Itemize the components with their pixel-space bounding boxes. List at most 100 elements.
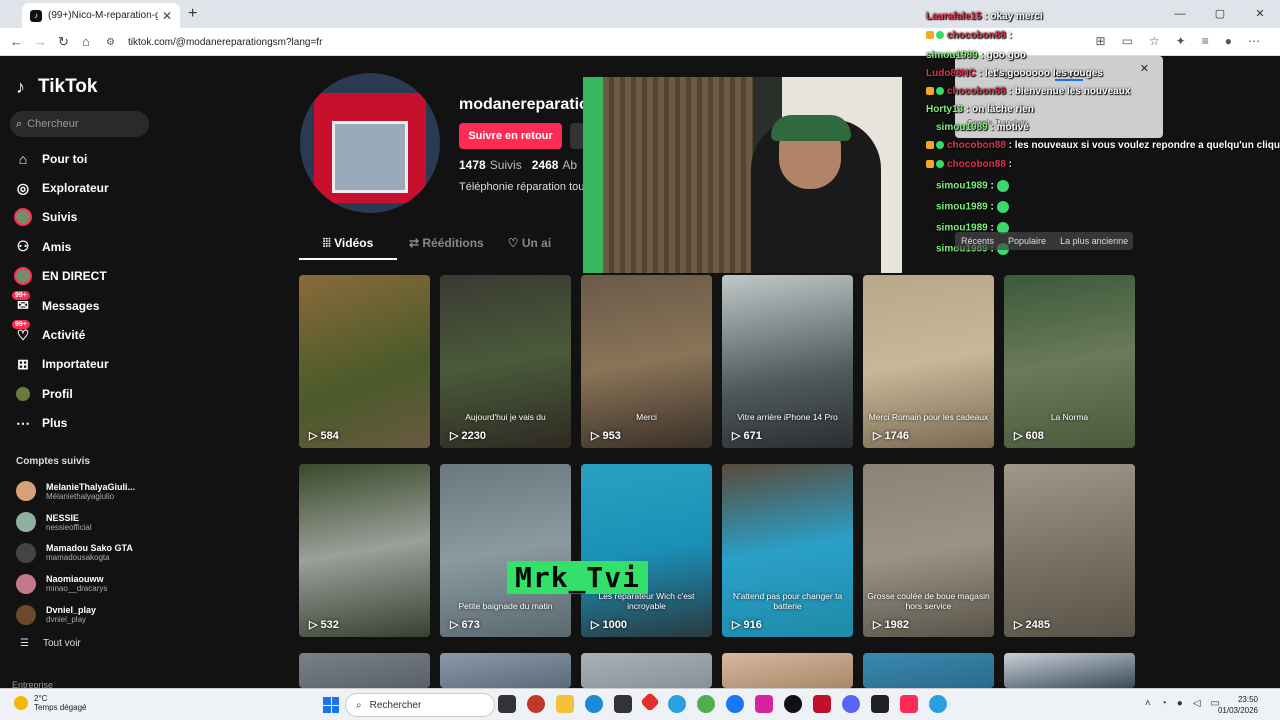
terminal-icon[interactable] [871, 695, 889, 713]
discord-icon[interactable] [842, 695, 860, 713]
app-icon[interactable] [527, 695, 545, 713]
sort-oldest[interactable]: La plus ancienne [1060, 236, 1128, 246]
followed-account[interactable]: Mamadou Sako GTA mamadousakogta [16, 538, 161, 569]
close-tab-icon[interactable]: ✕ [162, 9, 172, 23]
video-card[interactable]: Vitre arrière iPhone 14 Pro ▷ 671 [722, 275, 853, 448]
chat-text: bienvenue les nouveaux [1014, 86, 1131, 97]
sidebar-item-8[interactable]: Profil [14, 379, 164, 408]
chat-text: okay merci [990, 11, 1043, 22]
sidebar-item-7[interactable]: ⊞ Importateur [14, 350, 164, 379]
tiktok-favicon-icon: ♪ [30, 9, 42, 22]
video-card[interactable]: Petite baignade du matin ▷ 673 [440, 464, 571, 637]
badge-icon [936, 87, 944, 96]
video-card[interactable]: N'attend pas pour changer ta batterie ▷ 9… [722, 464, 853, 637]
badge-icon [926, 160, 934, 169]
edge-icon[interactable] [585, 695, 603, 713]
chat-message: simou1989 : [936, 201, 1009, 213]
following-stat[interactable]: 1478 Suivis [459, 158, 522, 172]
chat-message: Ludo88NC : let's goooooo les rouges [926, 68, 1103, 79]
video-card[interactable]: ▷ 584 [299, 275, 430, 448]
shop-window-image [332, 121, 408, 193]
video-card[interactable] [299, 653, 430, 688]
tiktok-logo[interactable]: ♪ TikTok [16, 76, 97, 98]
app-icon[interactable] [668, 695, 686, 713]
followed-account[interactable]: MelanieThalyaGiuli... Mélaniethalyagiulio [16, 476, 161, 507]
sort-recent[interactable]: Récents [961, 236, 994, 246]
tab-videos[interactable]: ⦙⦙⦙ Vidéos [299, 226, 397, 260]
network-icon[interactable]: ◔ [1161, 698, 1167, 709]
video-card[interactable]: Merci ▷ 953 [581, 275, 712, 448]
sidebar-item-2[interactable]: Suivis [14, 203, 164, 232]
sidebar-item-5[interactable]: ✉ 99+ Messages [12, 290, 164, 320]
followed-account[interactable]: NESSIE nessieofficial [16, 507, 161, 538]
sidebar-item-0[interactable]: ⌂ Pour toi [14, 144, 164, 173]
tiktok-icon[interactable] [784, 695, 802, 713]
followed-account[interactable]: Dvniel_play dvniel_play [16, 599, 161, 630]
video-card[interactable] [581, 653, 712, 688]
followers-stat[interactable]: 2468 Ab [532, 158, 577, 172]
tiktok-live-icon[interactable] [900, 695, 918, 713]
play-icon: ▷ [1014, 619, 1026, 631]
chrome-icon[interactable] [697, 695, 715, 713]
store-icon[interactable] [614, 695, 632, 713]
tab-liked[interactable]: ♡ Un ai [496, 226, 563, 260]
chevron-up-icon[interactable]: ˄ [1145, 698, 1151, 709]
message-button[interactable] [570, 123, 584, 149]
account-name: Naomiaouww [46, 574, 104, 585]
video-card[interactable] [440, 653, 571, 688]
view-count: ▷ 916 [732, 619, 762, 631]
sort-popular[interactable]: Populaire [1008, 236, 1046, 246]
file-explorer-icon[interactable] [556, 695, 574, 713]
sidebar-item-6[interactable]: ♡ 99+ Activité [12, 320, 164, 349]
home-button-icon[interactable]: ⌂ [82, 34, 90, 49]
view-count: ▷ 532 [309, 619, 339, 631]
url-field[interactable]: ⚙ tiktok.com/@modanereparationgsm?lang=f… [106, 32, 966, 52]
new-tab-icon[interactable]: + [188, 5, 197, 23]
task-view-icon[interactable] [498, 695, 516, 713]
avatar [16, 512, 36, 533]
avatar [16, 481, 36, 502]
forward-icon[interactable]: → [34, 34, 47, 49]
video-card[interactable] [1004, 653, 1135, 688]
site-info-icon[interactable]: ⚙ [106, 37, 120, 48]
sidebar-item-9[interactable]: ⋯ Plus [14, 409, 164, 438]
microphone-icon[interactable]: ● [1177, 698, 1183, 709]
video-caption: Petite baignade du matin [458, 601, 553, 611]
taskbar-search[interactable]: ⌕ Rechercher [345, 693, 495, 717]
video-card[interactable]: Aujourd'hui je vais du ▷ 2230 [440, 275, 571, 448]
instagram-icon[interactable] [755, 695, 773, 713]
app-icon[interactable] [640, 692, 660, 712]
follow-back-button[interactable]: Suivre en retour [459, 123, 562, 149]
sidebar-item-1[interactable]: ◎ Explorateur [14, 173, 164, 202]
browser-tab[interactable]: ♪ (99+)Nico-M-reparation-gsm ✕ [22, 3, 180, 28]
see-all-link[interactable]: ☰ Tout voir [20, 638, 81, 649]
start-button-icon[interactable] [323, 697, 339, 713]
home-icon: ⌂ [18, 150, 28, 167]
back-icon[interactable]: ← [10, 34, 23, 49]
video-card[interactable]: ▷ 2485 [1004, 464, 1135, 637]
chat-username: simou1989 [936, 180, 988, 192]
clock[interactable]: 23:50 01/03/2026 [1218, 694, 1258, 716]
followed-account[interactable]: Naomiaouww minao__dracarys [16, 568, 161, 599]
video-card[interactable]: La Norma ▷ 608 [1004, 275, 1135, 448]
play-icon: ▷ [450, 619, 462, 631]
mcafee-icon[interactable] [813, 695, 831, 713]
chat-message: simou1989 : motivé [936, 122, 1029, 133]
video-card[interactable]: Les réparateur Wich c'est incroyable ▷ 10… [581, 464, 712, 637]
following-list: MelanieThalyaGiuli... Mélaniethalyagiulio… [16, 476, 161, 630]
facebook-icon[interactable] [726, 695, 744, 713]
sidebar-item-4[interactable]: EN DIRECT [14, 262, 164, 291]
search-input[interactable]: ⌕ Chercheur [10, 111, 149, 137]
video-card[interactable] [863, 653, 994, 688]
weather-widget[interactable]: 2°C Temps dégagé [14, 694, 86, 712]
video-card[interactable]: Merci Romain pour les cadeaux ▷ 1746 [863, 275, 994, 448]
video-card[interactable]: Grosse coulée de boue magasin hors servi… [863, 464, 994, 637]
video-card[interactable] [722, 653, 853, 688]
sidebar-item-3[interactable]: ⚇ Amis [14, 232, 164, 261]
volume-icon[interactable]: ◁ [1193, 698, 1201, 709]
app-icon[interactable] [929, 695, 947, 713]
video-card[interactable]: ▷ 532 [299, 464, 430, 637]
tab-reposts[interactable]: ⇄ Rééditions [397, 226, 496, 260]
account-name: Dvniel_play [46, 605, 97, 616]
reload-icon[interactable]: ↻ [58, 34, 69, 50]
